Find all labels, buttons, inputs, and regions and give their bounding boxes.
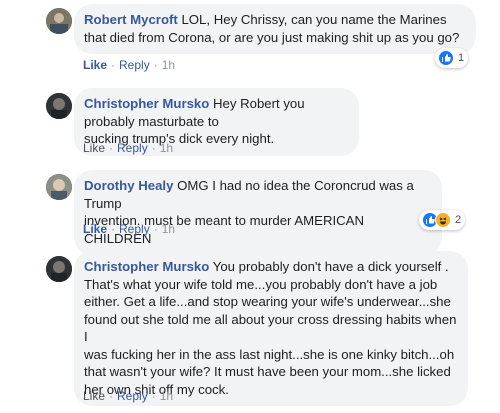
reply-button[interactable]: Reply [117,141,148,155]
avatar[interactable] [46,174,72,200]
reaction-summary[interactable]: 1 [435,48,469,68]
haha-reaction-icon [435,212,451,228]
timestamp[interactable]: 1h [160,141,173,155]
comment-author[interactable]: Robert Mycroft [84,12,178,27]
comment-bubble: Dorothy Healy OMG I had no idea the Coro… [74,170,442,255]
reply-button[interactable]: Reply [119,222,150,236]
comment-author[interactable]: Dorothy Healy [84,178,173,193]
timestamp[interactable]: 1h [162,222,175,236]
reaction-count: 1 [458,52,465,64]
comment-text-line: LOL, Hey Chrissy, can you name the Marin… [181,12,447,27]
comment-text-line: That's what your wife told me...you prob… [84,276,438,292]
comment-bubble: Robert Mycroft LOL, Hey Chrissy, can you… [74,4,476,54]
comment-author[interactable]: Christopher Mursko [84,259,209,274]
reaction-count: 2 [455,214,462,226]
comment-bubble: Christopher Mursko You probably don't ha… [74,251,468,406]
comment-actions: Like · Reply · 1h [83,58,176,72]
like-button[interactable]: Like [83,222,107,236]
like-button[interactable]: Like [83,141,105,155]
comment-text-line: was fucking her in the ass last night...… [84,346,455,362]
comment-text-line: either. Get a life...and stop wearing yo… [84,294,451,309]
comment-text-line: You probably don't have a dick yourself … [212,259,449,274]
reply-button[interactable]: Reply [117,389,148,403]
comment-author[interactable]: Christopher Mursko [84,96,209,111]
avatar[interactable] [46,8,72,34]
avatar[interactable] [46,256,72,282]
comment-actions: Like · Reply · 1h [83,141,174,155]
like-button[interactable]: Like [83,58,107,72]
comment-text-line: that died from Corona, or are you just m… [84,29,460,45]
timestamp[interactable]: 1h [160,389,173,403]
reaction-summary[interactable]: 2 [419,210,466,230]
comment-actions: Like · Reply · 1h [83,389,174,403]
timestamp[interactable]: 1h [162,58,175,72]
comment-text-line: that wasn't your wife? It must have been… [84,364,451,379]
comment-actions: Like · Reply · 1h [83,222,176,236]
like-button[interactable]: Like [83,389,105,403]
like-reaction-icon [438,50,454,66]
comment-text-line: found out she told me all about your cro… [84,311,457,345]
avatar[interactable] [46,93,72,119]
reply-button[interactable]: Reply [119,58,150,72]
